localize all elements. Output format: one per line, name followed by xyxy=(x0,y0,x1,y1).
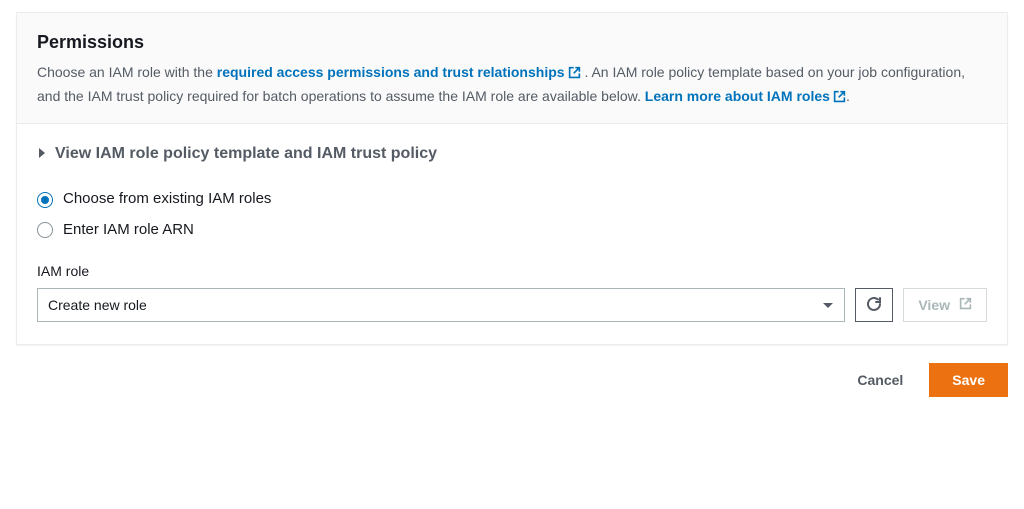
radio-choose-existing[interactable]: Choose from existing IAM roles xyxy=(37,184,987,215)
iam-role-field-label: IAM role xyxy=(37,261,987,282)
link-text: Learn more about IAM roles xyxy=(645,88,830,104)
desc-text: . xyxy=(846,88,850,104)
panel-description: Choose an IAM role with the required acc… xyxy=(37,62,987,109)
view-button-label: View xyxy=(918,297,950,313)
radio-label: Choose from existing IAM roles xyxy=(63,188,271,211)
iam-role-select[interactable]: Create new role xyxy=(37,288,845,322)
select-value: Create new role xyxy=(48,295,147,316)
panel-body: View IAM role policy template and IAM tr… xyxy=(17,124,1007,344)
expand-label: View IAM role policy template and IAM tr… xyxy=(55,142,437,166)
refresh-button[interactable] xyxy=(855,288,893,322)
permissions-panel: Permissions Choose an IAM role with the … xyxy=(16,12,1008,345)
chevron-down-icon xyxy=(822,295,834,316)
cancel-button[interactable]: Cancel xyxy=(841,363,919,397)
iam-role-field-row: Create new role View xyxy=(37,288,987,322)
panel-header: Permissions Choose an IAM role with the … xyxy=(17,13,1007,124)
save-button[interactable]: Save xyxy=(929,363,1008,397)
external-link-icon xyxy=(568,64,581,86)
desc-text: Choose an IAM role with the xyxy=(37,64,217,80)
external-link-icon xyxy=(959,297,972,313)
caret-right-icon xyxy=(37,144,47,165)
radio-icon xyxy=(37,192,53,208)
link-text: required access permissions and trust re… xyxy=(217,64,565,80)
external-link-icon xyxy=(833,88,846,110)
view-button: View xyxy=(903,288,987,322)
role-source-radio-group: Choose from existing IAM roles Enter IAM… xyxy=(37,184,987,245)
radio-enter-arn[interactable]: Enter IAM role ARN xyxy=(37,215,987,246)
refresh-icon xyxy=(866,296,882,315)
link-required-access[interactable]: required access permissions and trust re… xyxy=(217,64,581,80)
radio-icon xyxy=(37,222,53,238)
link-learn-more[interactable]: Learn more about IAM roles xyxy=(645,88,846,104)
radio-label: Enter IAM role ARN xyxy=(63,219,194,242)
panel-title: Permissions xyxy=(37,29,987,56)
form-footer: Cancel Save xyxy=(16,345,1008,397)
expand-policy-templates[interactable]: View IAM role policy template and IAM tr… xyxy=(37,142,987,166)
